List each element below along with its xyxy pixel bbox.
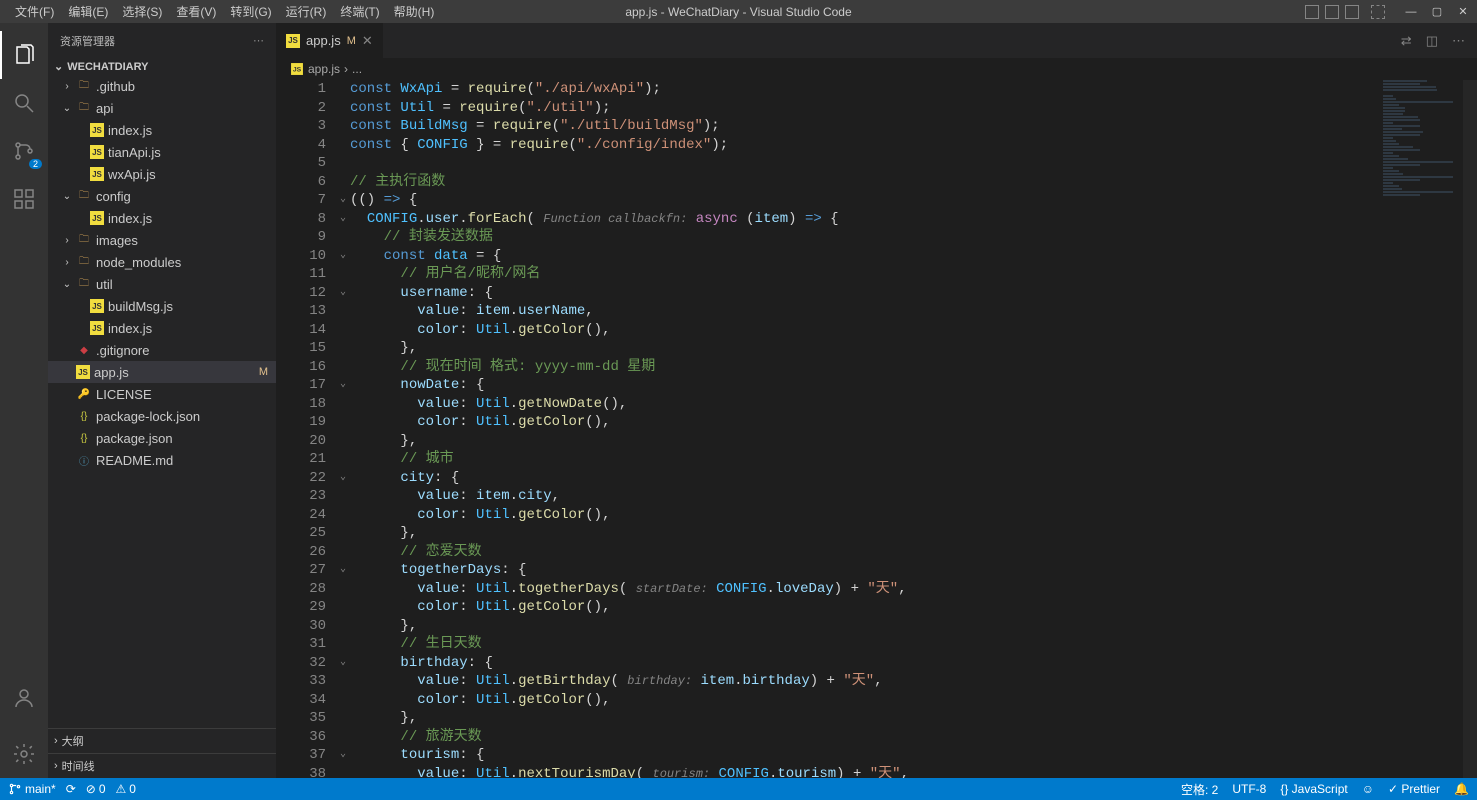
sidebar-more-icon[interactable]: ⋯ [253,34,264,47]
js-file-icon: JS [291,63,303,75]
source-control-icon[interactable]: 2 [0,127,48,175]
menu-bar: 文件(F)编辑(E)选择(S)查看(V)转到(G)运行(R)终端(T)帮助(H) [8,1,441,22]
tree-file[interactable]: JSapp.jsM [48,361,276,383]
tree-folder[interactable]: ›🗀images [48,229,276,251]
menu-item[interactable]: 查看(V) [169,1,223,22]
timeline-section[interactable]: ›时间线 [48,753,276,778]
accounts-icon[interactable] [0,674,48,722]
sidebar-title: 资源管理器 [60,33,115,49]
maximize-button[interactable]: ▢ [1431,6,1443,18]
menu-item[interactable]: 转到(G) [223,1,278,22]
tree-file[interactable]: JSbuildMsg.js [48,295,276,317]
outline-section[interactable]: ›大纲 [48,728,276,753]
activity-bar: 2 [0,23,48,778]
window-title: app.js - WeChatDiary - Visual Studio Cod… [625,5,851,19]
menu-item[interactable]: 文件(F) [8,1,61,22]
menu-item[interactable]: 运行(R) [279,1,334,22]
minimize-button[interactable]: — [1405,6,1417,18]
encoding[interactable]: UTF-8 [1232,782,1266,796]
tree-file[interactable]: JSindex.js [48,119,276,141]
tree-file[interactable]: JStianApi.js [48,141,276,163]
title-right: — ▢ ✕ [1305,5,1469,19]
compare-changes-icon[interactable]: ⇄ [1401,33,1412,49]
settings-gear-icon[interactable] [0,730,48,778]
editor-area: JS app.js M ✕ ⇄ ◫ ⋯ JS app.js › ... 1234… [276,23,1477,778]
file-tree: ›🗀.github⌄🗀apiJSindex.jsJStianApi.jsJSwx… [48,75,276,728]
scm-badge: 2 [29,159,42,169]
breadcrumbs[interactable]: JS app.js › ... [276,58,1477,80]
feedback-icon[interactable]: ☺ [1362,782,1374,796]
tree-file[interactable]: JSindex.js [48,207,276,229]
git-branch[interactable]: main* [8,782,56,796]
vertical-scrollbar[interactable] [1463,80,1477,778]
tree-file[interactable]: {}package.json [48,427,276,449]
layout-icon-left[interactable] [1305,5,1319,19]
tab-label: app.js [306,33,341,48]
tree-folder[interactable]: ⌄🗀api [48,97,276,119]
tree-file[interactable]: ⓘREADME.md [48,449,276,471]
layout-icon-bottom[interactable] [1325,5,1339,19]
tree-file[interactable]: JSindex.js [48,317,276,339]
titlebar: 文件(F)编辑(E)选择(S)查看(V)转到(G)运行(R)终端(T)帮助(H)… [0,0,1477,23]
language-mode[interactable]: {} JavaScript [1280,782,1347,796]
tree-file[interactable]: ◆.gitignore [48,339,276,361]
tree-folder[interactable]: ⌄🗀config [48,185,276,207]
menu-item[interactable]: 终端(T) [333,1,386,22]
tab-more-icon[interactable]: ⋯ [1452,33,1465,49]
explorer-sidebar: 资源管理器 ⋯ ⌄ WECHATDIARY ›🗀.github⌄🗀apiJSin… [48,23,276,778]
tree-file[interactable]: {}package-lock.json [48,405,276,427]
tree-folder[interactable]: ›🗀.github [48,75,276,97]
tab-modified-indicator: M [347,35,356,47]
problems-errors[interactable]: ⊘ 0 [86,782,106,796]
tree-folder[interactable]: ›🗀node_modules [48,251,276,273]
js-file-icon: JS [286,34,300,48]
search-icon[interactable] [0,79,48,127]
layout-customize-icon[interactable] [1371,5,1385,19]
folder-header[interactable]: ⌄ WECHATDIARY [48,58,276,75]
menu-item[interactable]: 帮助(H) [387,1,442,22]
tab-app-js[interactable]: JS app.js M ✕ [276,23,383,58]
indentation[interactable]: 空格: 2 [1181,781,1218,798]
menu-item[interactable]: 编辑(E) [61,1,115,22]
prettier-status[interactable]: ✓ Prettier [1388,782,1440,796]
extensions-icon[interactable] [0,175,48,223]
tree-folder[interactable]: ⌄🗀util [48,273,276,295]
tree-file[interactable]: 🔑LICENSE [48,383,276,405]
code-editor[interactable]: 1234567891011121314151617181920212223242… [276,80,1477,778]
split-editor-icon[interactable]: ◫ [1426,33,1438,49]
editor-tabs: JS app.js M ✕ ⇄ ◫ ⋯ [276,23,1477,58]
sync-button[interactable]: ⟳ [66,782,76,796]
status-bar: main* ⟳ ⊘ 0 ⚠ 0 空格: 2 UTF-8 {} JavaScrip… [0,778,1477,800]
close-window-button[interactable]: ✕ [1457,6,1469,18]
explorer-icon[interactable] [0,31,48,79]
tree-file[interactable]: JSwxApi.js [48,163,276,185]
tab-close-icon[interactable]: ✕ [362,33,373,49]
notifications-bell-icon[interactable]: 🔔 [1454,782,1469,796]
problems-warnings[interactable]: ⚠ 0 [116,782,136,796]
menu-item[interactable]: 选择(S) [115,1,169,22]
layout-icon-right[interactable] [1345,5,1359,19]
